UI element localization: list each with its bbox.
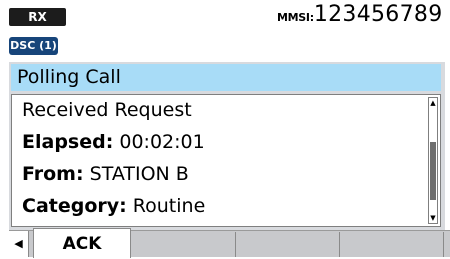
mmsi-label: MMSI: — [277, 11, 314, 24]
scrollbar[interactable]: ▲ ▼ — [428, 97, 438, 224]
detail-value: STATION B — [89, 163, 189, 185]
scroll-thumb[interactable] — [430, 142, 436, 200]
status-bar: RX MMSI:123456789 — [0, 0, 450, 31]
softkey-empty-4[interactable] — [340, 232, 444, 257]
detail-line-elapsed: Elapsed: 00:02:01 — [22, 131, 205, 153]
scroll-down-icon[interactable]: ▼ — [429, 213, 437, 223]
mmsi-display: MMSI:123456789 — [277, 2, 443, 27]
detail-line-from: From: STATION B — [22, 163, 189, 185]
detail-value: 00:02:01 — [119, 131, 205, 153]
polling-call-panel: Polling Call Received Request Elapsed: 0… — [9, 62, 445, 230]
detail-value: Received Request — [22, 99, 192, 121]
detail-label: Elapsed: — [22, 131, 114, 153]
panel-body: Received Request Elapsed: 00:02:01 From:… — [11, 94, 441, 227]
softkey-left-arrow-icon[interactable]: ◀ — [9, 231, 29, 257]
detail-label: Category: — [22, 195, 127, 217]
rx-indicator: RX — [9, 8, 66, 26]
detail-line-status: Received Request — [22, 99, 192, 121]
detail-value: Routine — [132, 195, 206, 217]
detail-line-category: Category: Routine — [22, 195, 205, 217]
scroll-up-icon[interactable]: ▲ — [429, 98, 437, 108]
dsc-count-badge[interactable]: DSC (1) — [9, 37, 58, 55]
mmsi-value: 123456789 — [313, 2, 443, 27]
ack-button[interactable]: ACK — [33, 228, 131, 258]
softkey-empty-3[interactable] — [236, 232, 340, 257]
softkey-bar: ◀ ACK — [9, 228, 450, 258]
panel-title: Polling Call — [11, 64, 441, 91]
softkey-empty-2[interactable] — [131, 232, 236, 257]
detail-label: From: — [22, 163, 84, 185]
